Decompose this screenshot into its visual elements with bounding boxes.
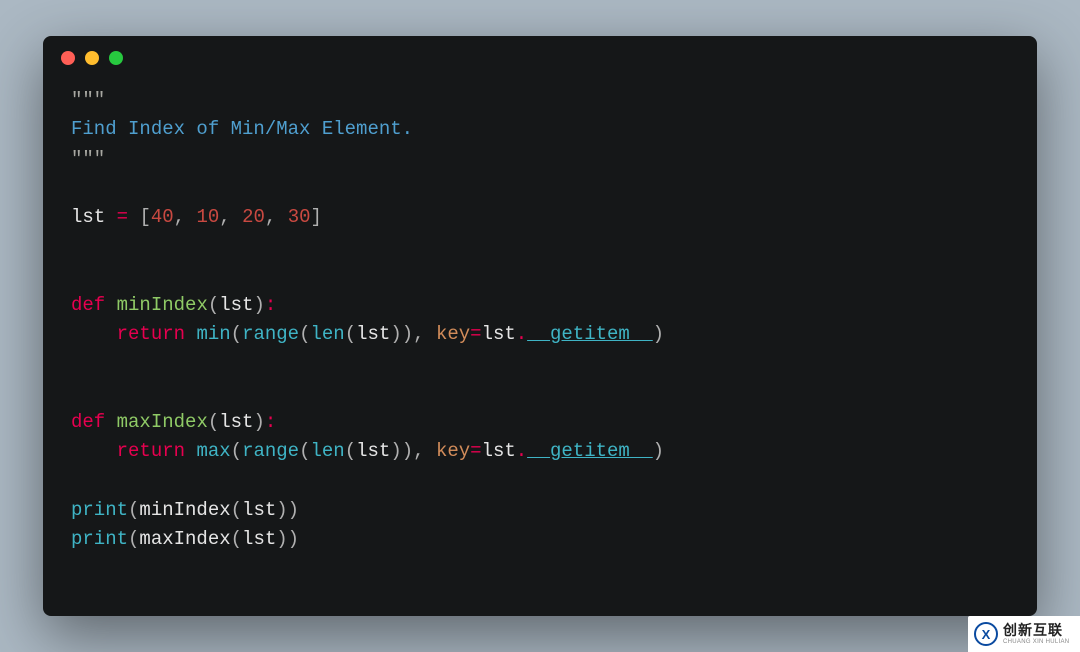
paren: )) xyxy=(390,440,413,462)
sep: , xyxy=(265,206,288,228)
bracket-open: [ xyxy=(139,206,150,228)
paren: )) xyxy=(276,528,299,550)
kw-return: return xyxy=(117,323,185,345)
window-titlebar xyxy=(43,36,1037,80)
builtin-max: max xyxy=(196,440,230,462)
kwarg-key: key xyxy=(436,323,470,345)
fn-maxindex: maxIndex xyxy=(117,411,208,433)
kw-def: def xyxy=(71,411,105,433)
bracket-close: ] xyxy=(311,206,322,228)
paren: ( xyxy=(231,323,242,345)
arg-lst: lst xyxy=(356,323,390,345)
builtin-range: range xyxy=(242,440,299,462)
docstring-body: Find Index of Min/Max Element. xyxy=(71,118,413,140)
num-1: 10 xyxy=(196,206,219,228)
comma: , xyxy=(413,323,436,345)
paren: ( xyxy=(128,499,139,521)
dot: . xyxy=(516,440,527,462)
obj-lst: lst xyxy=(482,323,516,345)
obj-lst: lst xyxy=(482,440,516,462)
call-minindex: minIndex xyxy=(139,499,230,521)
paren: ) xyxy=(253,294,264,316)
watermark-logo-letter: X xyxy=(982,627,991,642)
fn-minindex: minIndex xyxy=(117,294,208,316)
docstring-open: """ xyxy=(71,89,105,111)
builtin-range: range xyxy=(242,323,299,345)
paren: ( xyxy=(208,294,219,316)
eq: = xyxy=(470,323,481,345)
paren: ( xyxy=(345,323,356,345)
minimize-icon[interactable] xyxy=(85,51,99,65)
dunder-getitem: __getitem__ xyxy=(527,440,652,462)
var-lst: lst xyxy=(71,206,105,228)
watermark-cn: 创新互联 xyxy=(1003,623,1069,637)
arg-lst: lst xyxy=(242,528,276,550)
param-lst: lst xyxy=(219,294,253,316)
watermark-logo-icon: X xyxy=(974,622,998,646)
dot: . xyxy=(516,323,527,345)
arg-lst: lst xyxy=(356,440,390,462)
watermark-text: 创新互联 CHUANG XIN HULIAN xyxy=(1003,623,1069,645)
sep: , xyxy=(174,206,197,228)
watermark-en: CHUANG XIN HULIAN xyxy=(1003,639,1069,645)
code-window: """ Find Index of Min/Max Element. """ l… xyxy=(43,36,1037,616)
docstring-close: """ xyxy=(71,148,105,170)
paren: ( xyxy=(299,323,310,345)
paren: ) xyxy=(653,323,664,345)
comma: , xyxy=(413,440,436,462)
assign-op: = xyxy=(105,206,139,228)
paren: )) xyxy=(390,323,413,345)
builtin-len: len xyxy=(310,323,344,345)
paren: ( xyxy=(345,440,356,462)
paren: ) xyxy=(653,440,664,462)
arg-lst: lst xyxy=(242,499,276,521)
eq: = xyxy=(470,440,481,462)
builtin-print: print xyxy=(71,499,128,521)
builtin-print: print xyxy=(71,528,128,550)
close-icon[interactable] xyxy=(61,51,75,65)
builtin-min: min xyxy=(196,323,230,345)
watermark: X 创新互联 CHUANG XIN HULIAN xyxy=(968,616,1080,652)
kw-return: return xyxy=(117,440,185,462)
paren: ( xyxy=(128,528,139,550)
num-0: 40 xyxy=(151,206,174,228)
builtin-len: len xyxy=(310,440,344,462)
paren: ( xyxy=(208,411,219,433)
num-3: 30 xyxy=(288,206,311,228)
paren: ( xyxy=(299,440,310,462)
paren: )) xyxy=(276,499,299,521)
zoom-icon[interactable] xyxy=(109,51,123,65)
colon: : xyxy=(265,411,276,433)
paren: ( xyxy=(231,499,242,521)
dunder-getitem: __getitem__ xyxy=(527,323,652,345)
paren: ( xyxy=(231,440,242,462)
paren: ( xyxy=(231,528,242,550)
kw-def: def xyxy=(71,294,105,316)
code-block: """ Find Index of Min/Max Element. """ l… xyxy=(43,80,1037,582)
param-lst: lst xyxy=(219,411,253,433)
sep: , xyxy=(219,206,242,228)
colon: : xyxy=(265,294,276,316)
num-2: 20 xyxy=(242,206,265,228)
call-maxindex: maxIndex xyxy=(139,528,230,550)
paren: ) xyxy=(253,411,264,433)
kwarg-key: key xyxy=(436,440,470,462)
